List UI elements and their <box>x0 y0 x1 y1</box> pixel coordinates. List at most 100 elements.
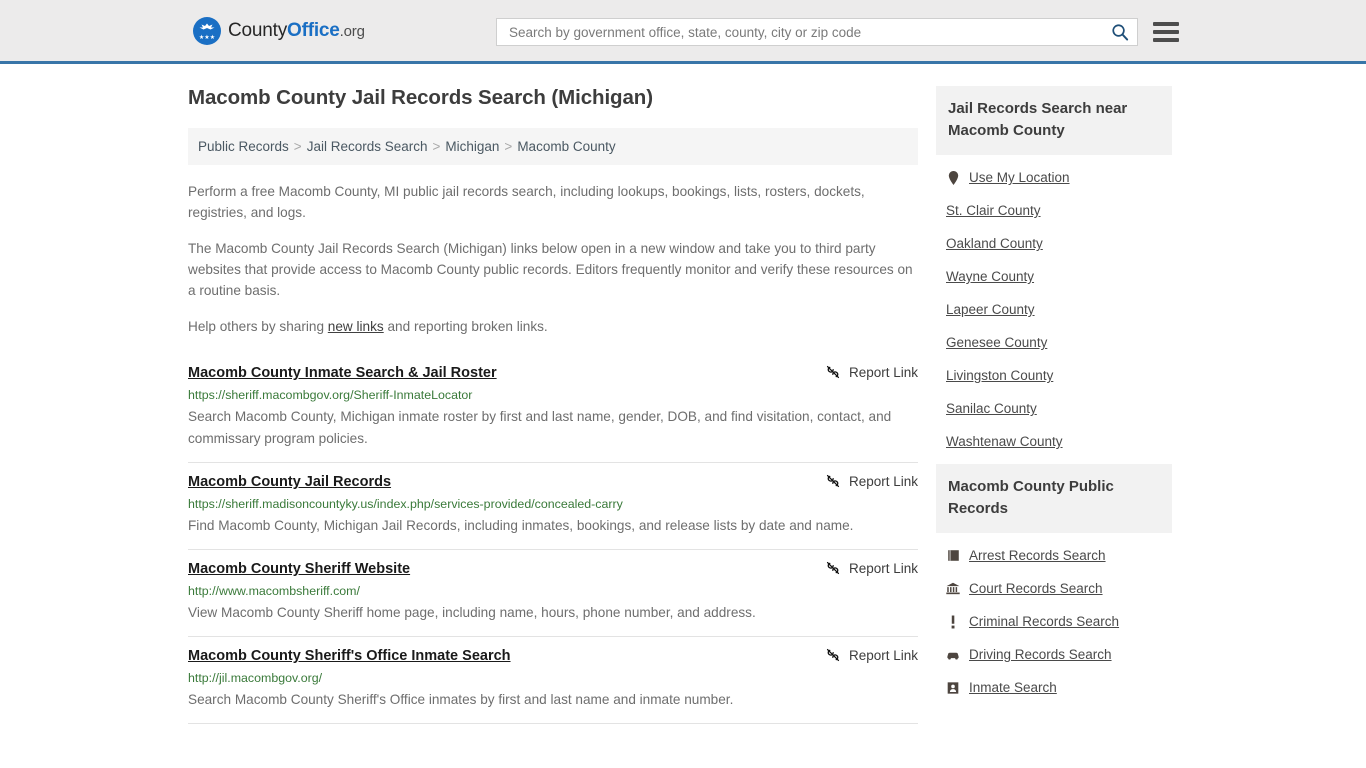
result-description: Search Macomb County Sheriff's Office in… <box>188 692 734 707</box>
sidebar-panel-list: Arrest Records Search Court Records Searc… <box>936 533 1172 704</box>
sidebar-item-label[interactable]: Washtenaw County <box>946 434 1063 449</box>
county-office-seal-icon: ★★★ <box>193 16 221 45</box>
sidebar-list-item[interactable]: Criminal Records Search <box>936 605 1172 638</box>
sidebar-panel: Jail Records Search near Macomb County Us… <box>936 86 1172 458</box>
breadcrumb-item-jail-records-search[interactable]: Jail Records Search <box>307 139 428 154</box>
search-result-item: Macomb County Jail Records Report Link h… <box>188 463 918 550</box>
sidebar-list-item[interactable]: Court Records Search <box>936 572 1172 605</box>
report-link-button[interactable]: Report Link <box>811 647 918 663</box>
sidebar-item-label[interactable]: Livingston County <box>946 368 1053 383</box>
breadcrumb-separator: > <box>293 139 302 154</box>
new-links-link[interactable]: new links <box>328 319 384 334</box>
car-icon <box>946 647 960 662</box>
report-link-label: Report Link <box>848 560 918 576</box>
intro-paragraph-1: Perform a free Macomb County, MI public … <box>188 184 865 220</box>
help-text-before: Help others by sharing <box>188 319 328 334</box>
book-icon <box>947 550 959 561</box>
sidebar-list-item[interactable]: Inmate Search <box>936 671 1172 704</box>
search-box[interactable] <box>496 18 1138 46</box>
courthouse-icon <box>946 581 960 596</box>
result-header: Macomb County Sheriff Website Report Lin… <box>188 560 918 579</box>
sidebar-list-item[interactable]: Washtenaw County <box>936 425 1172 458</box>
page-body: Macomb County Jail Records Search (Michi… <box>0 64 1366 724</box>
search-result-item: Macomb County Inmate Search & Jail Roste… <box>188 352 918 463</box>
result-url: http://www.macombsheriff.com/ <box>188 584 360 598</box>
sidebar-list-item[interactable]: Oakland County <box>936 227 1172 260</box>
search-area <box>496 18 1179 46</box>
hamburger-menu-icon[interactable] <box>1153 22 1179 42</box>
broken-link-icon[interactable] <box>825 364 841 380</box>
report-link-label: Report Link <box>848 647 918 663</box>
breadcrumb-item-macomb-county[interactable]: Macomb County <box>517 139 615 154</box>
help-text-after: and reporting broken links. <box>383 319 548 334</box>
breadcrumb-item-public-records[interactable]: Public Records <box>198 139 289 154</box>
sidebar-list-item[interactable]: Sanilac County <box>936 392 1172 425</box>
result-url: https://sheriff.macombgov.org/Sheriff-In… <box>188 388 473 402</box>
id-card-icon <box>946 680 960 695</box>
sidebar-list-item[interactable]: St. Clair County <box>936 194 1172 227</box>
search-result-item: Macomb County Sheriff Website Report Lin… <box>188 550 918 637</box>
site-logo[interactable]: ★★★ CountyOffice.org <box>193 16 365 45</box>
content-container: Macomb County Jail Records Search (Michi… <box>188 64 1178 724</box>
sidebar-list-item[interactable]: Arrest Records Search <box>936 539 1172 572</box>
search-result-item: Macomb County Sheriff's Office Inmate Se… <box>188 637 918 724</box>
broken-link-icon[interactable] <box>825 560 841 576</box>
intro-paragraph-2: The Macomb County Jail Records Search (M… <box>188 241 913 298</box>
result-title-link[interactable]: Macomb County Sheriff's Office Inmate Se… <box>188 647 511 666</box>
sidebar-panel-list: Use My Location St. Clair County Oakland C… <box>936 155 1172 458</box>
sidebar-list-item[interactable]: Use My Location <box>936 161 1172 194</box>
logo-text-part1: County <box>228 19 288 41</box>
logo-text-part3: .org <box>339 22 365 40</box>
sidebar-list-item[interactable]: Lapeer County <box>936 293 1172 326</box>
report-link-button[interactable]: Report Link <box>811 364 918 380</box>
logo-text-part2: Office <box>287 19 340 41</box>
breadcrumb-separator: > <box>432 139 441 154</box>
broken-link-icon[interactable] <box>825 473 841 489</box>
breadcrumb: Public Records > Jail Records Search > Michi… <box>188 128 918 165</box>
result-title-link[interactable]: Macomb County Jail Records <box>188 473 391 492</box>
exclamation-icon <box>946 614 960 629</box>
result-title-link[interactable]: Macomb County Sheriff Website <box>188 560 410 579</box>
result-url: http://jil.macombgov.org/ <box>188 671 323 685</box>
help-share-paragraph: Help others by sharing new links and rep… <box>188 316 918 337</box>
sidebar-item-label[interactable]: Driving Records Search <box>969 647 1112 662</box>
sidebar-panels: Jail Records Search near Macomb County Us… <box>936 86 1172 704</box>
sidebar-item-label[interactable]: Oakland County <box>946 236 1043 251</box>
sidebar-panel-heading: Macomb County Public Records <box>936 464 1172 533</box>
result-description: Find Macomb County, Michigan Jail Record… <box>188 518 854 533</box>
sidebar-list-item[interactable]: Wayne County <box>936 260 1172 293</box>
sidebar-panel-heading: Jail Records Search near Macomb County <box>936 86 1172 155</box>
stars-glyph-icon: ★★★ <box>198 34 216 41</box>
sidebar-item-label[interactable]: Criminal Records Search <box>969 614 1119 629</box>
breadcrumb-separator: > <box>504 139 513 154</box>
sidebar-item-label[interactable]: Inmate Search <box>969 680 1057 695</box>
result-header: Macomb County Inmate Search & Jail Roste… <box>188 364 918 383</box>
report-link-button[interactable]: Report Link <box>811 473 918 489</box>
main-column: Macomb County Jail Records Search (Michi… <box>188 86 918 724</box>
search-input[interactable] <box>507 23 1111 41</box>
sidebar-list-item[interactable]: Genesee County <box>936 326 1172 359</box>
breadcrumb-item-michigan[interactable]: Michigan <box>445 139 499 154</box>
sidebar-item-label[interactable]: Wayne County <box>946 269 1034 284</box>
sidebar-item-label[interactable]: Sanilac County <box>946 401 1037 416</box>
report-link-button[interactable]: Report Link <box>811 560 918 576</box>
search-icon[interactable] <box>1111 23 1129 41</box>
eagle-glyph-icon <box>199 23 215 29</box>
courthouse-icon <box>946 582 960 595</box>
sidebar-item-label[interactable]: St. Clair County <box>946 203 1041 218</box>
broken-link-icon[interactable] <box>825 647 841 663</box>
sidebar-list-item[interactable]: Driving Records Search <box>936 638 1172 671</box>
sidebar-item-label[interactable]: Genesee County <box>946 335 1047 350</box>
map-pin-icon <box>948 170 958 185</box>
sidebar-item-label[interactable]: Court Records Search <box>969 581 1103 596</box>
map-pin-icon <box>946 170 960 185</box>
site-logo-text: CountyOffice.org <box>228 20 365 42</box>
sidebar-panel: Macomb County Public Records Arrest Recor… <box>936 464 1172 704</box>
report-link-label: Report Link <box>848 473 918 489</box>
sidebar-item-label[interactable]: Lapeer County <box>946 302 1035 317</box>
sidebar-list-item[interactable]: Livingston County <box>936 359 1172 392</box>
sidebar-item-label[interactable]: Use My Location <box>969 170 1070 185</box>
sidebar-item-label[interactable]: Arrest Records Search <box>969 548 1106 563</box>
site-header: ★★★ CountyOffice.org <box>0 0 1366 64</box>
result-title-link[interactable]: Macomb County Inmate Search & Jail Roste… <box>188 364 497 383</box>
